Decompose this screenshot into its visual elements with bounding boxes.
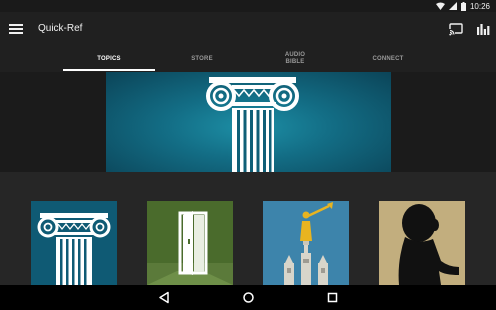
- topic-tile-column[interactable]: [31, 201, 117, 285]
- system-nav-bar: [0, 285, 496, 310]
- status-icons: 10:26: [435, 0, 490, 12]
- app-bar: Quick-Ref: [0, 12, 496, 46]
- recents-icon[interactable]: [326, 291, 339, 304]
- tab-connect[interactable]: CONNECT: [342, 46, 434, 72]
- ionic-column-icon: [206, 77, 299, 172]
- equalizer-icon[interactable]: [476, 22, 490, 36]
- topic-tile-angel[interactable]: [263, 201, 349, 285]
- back-icon[interactable]: [158, 291, 171, 304]
- battery-icon: [460, 1, 466, 11]
- active-tab-indicator: [63, 69, 155, 71]
- menu-icon[interactable]: [9, 22, 23, 36]
- wifi-icon: [435, 2, 445, 10]
- status-bar: 10:26: [0, 0, 496, 12]
- open-door-icon: [147, 211, 233, 285]
- app-title: Quick-Ref: [38, 23, 83, 34]
- tab-store[interactable]: STORE: [156, 46, 248, 72]
- ionic-column-icon: [37, 213, 111, 285]
- menu-line: [9, 28, 23, 30]
- tab-audio-bible[interactable]: AUDIO BIBLE: [262, 46, 328, 72]
- angel-trumpet-icon: [263, 201, 349, 285]
- signal-icon: [448, 2, 457, 10]
- topic-tile-child[interactable]: [379, 201, 465, 285]
- child-silhouette-icon: [398, 204, 459, 285]
- topic-tile-door[interactable]: [147, 201, 233, 285]
- home-icon[interactable]: [242, 291, 255, 304]
- menu-line: [9, 24, 23, 26]
- hero-banner[interactable]: [106, 72, 391, 172]
- menu-line: [9, 32, 23, 34]
- status-time: 10:26: [469, 1, 490, 11]
- cast-icon[interactable]: [449, 22, 463, 36]
